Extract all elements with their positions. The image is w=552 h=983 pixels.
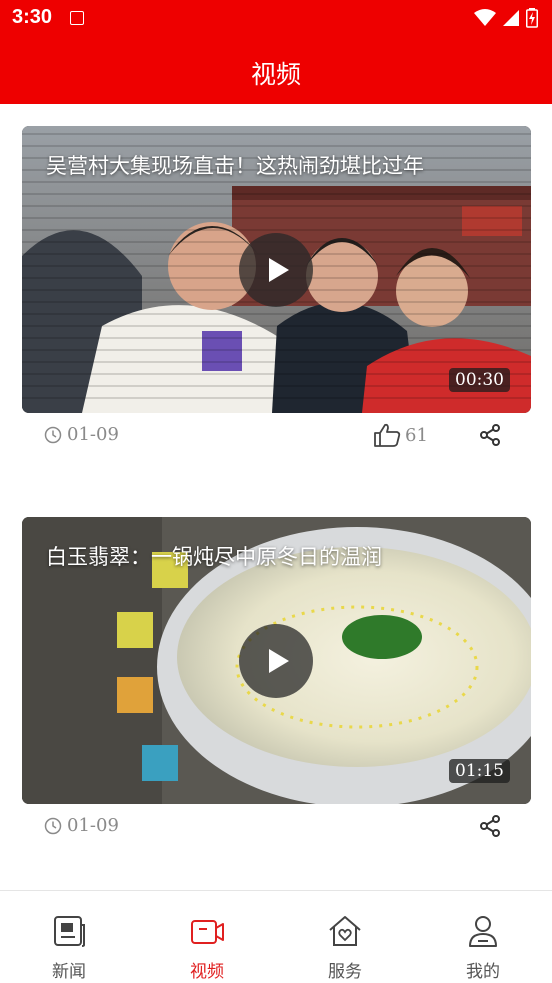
signal-icon xyxy=(503,10,519,26)
user-icon xyxy=(469,916,497,947)
video-title[interactable]: 白玉翡翠：一锅炖尽中原冬日的温润 xyxy=(46,541,511,571)
publish-date: 01-09 xyxy=(44,815,119,836)
video-icon xyxy=(191,920,224,944)
bottom-tab-bar: 新闻 视频 服务 我的 xyxy=(0,890,552,983)
video-card[interactable]: 吴营村大集现场直击！这热闹劲堪比过年 00:30 01-09 61 xyxy=(22,126,531,483)
clock-icon xyxy=(44,426,62,443)
tab-profile[interactable]: 我的 xyxy=(414,891,552,983)
date-text: 01-09 xyxy=(67,424,119,445)
app-bar: 视频 xyxy=(0,36,552,104)
status-bar: 3:30 xyxy=(0,0,552,36)
video-thumbnail[interactable]: 吴营村大集现场直击！这热闹劲堪比过年 00:30 xyxy=(22,126,531,413)
tab-video[interactable]: 视频 xyxy=(138,891,276,983)
video-meta: 01-09 xyxy=(22,804,531,874)
tab-news[interactable]: 新闻 xyxy=(0,891,138,983)
tab-label: 服务 xyxy=(328,962,362,982)
publish-date: 01-09 xyxy=(44,424,119,445)
date-text: 01-09 xyxy=(67,815,119,836)
wifi-icon xyxy=(474,9,496,26)
video-feed[interactable]: 吴营村大集现场直击！这热闹劲堪比过年 00:30 01-09 61 白玉翡翠：一… xyxy=(0,104,552,890)
clock-icon xyxy=(44,817,62,834)
like-button[interactable]: 61 xyxy=(373,422,428,448)
status-time: 3:30 xyxy=(12,6,53,28)
tab-label: 新闻 xyxy=(52,962,86,982)
video-meta: 01-09 61 xyxy=(22,413,531,483)
tab-label: 我的 xyxy=(466,962,500,982)
notification-app-icon xyxy=(70,11,84,25)
share-icon[interactable] xyxy=(478,423,502,447)
page-title: 视频 xyxy=(250,60,301,89)
share-icon[interactable] xyxy=(478,814,502,838)
video-card[interactable]: 白玉翡翠：一锅炖尽中原冬日的温润 01:15 01-09 xyxy=(22,517,531,874)
battery-icon xyxy=(526,8,538,28)
like-count: 61 xyxy=(405,424,428,446)
play-button[interactable] xyxy=(239,233,313,307)
play-button[interactable] xyxy=(239,624,313,698)
tab-services[interactable]: 服务 xyxy=(276,891,414,983)
news-icon xyxy=(54,916,85,947)
video-title[interactable]: 吴营村大集现场直击！这热闹劲堪比过年 xyxy=(46,150,511,180)
video-thumbnail[interactable]: 白玉翡翠：一锅炖尽中原冬日的温润 01:15 xyxy=(22,517,531,804)
home-heart-icon xyxy=(329,916,361,946)
status-icons xyxy=(474,8,538,28)
thumbs-up-icon xyxy=(374,423,401,447)
video-duration: 00:30 xyxy=(449,368,510,392)
tab-label: 视频 xyxy=(190,962,224,982)
video-duration: 01:15 xyxy=(449,759,510,783)
